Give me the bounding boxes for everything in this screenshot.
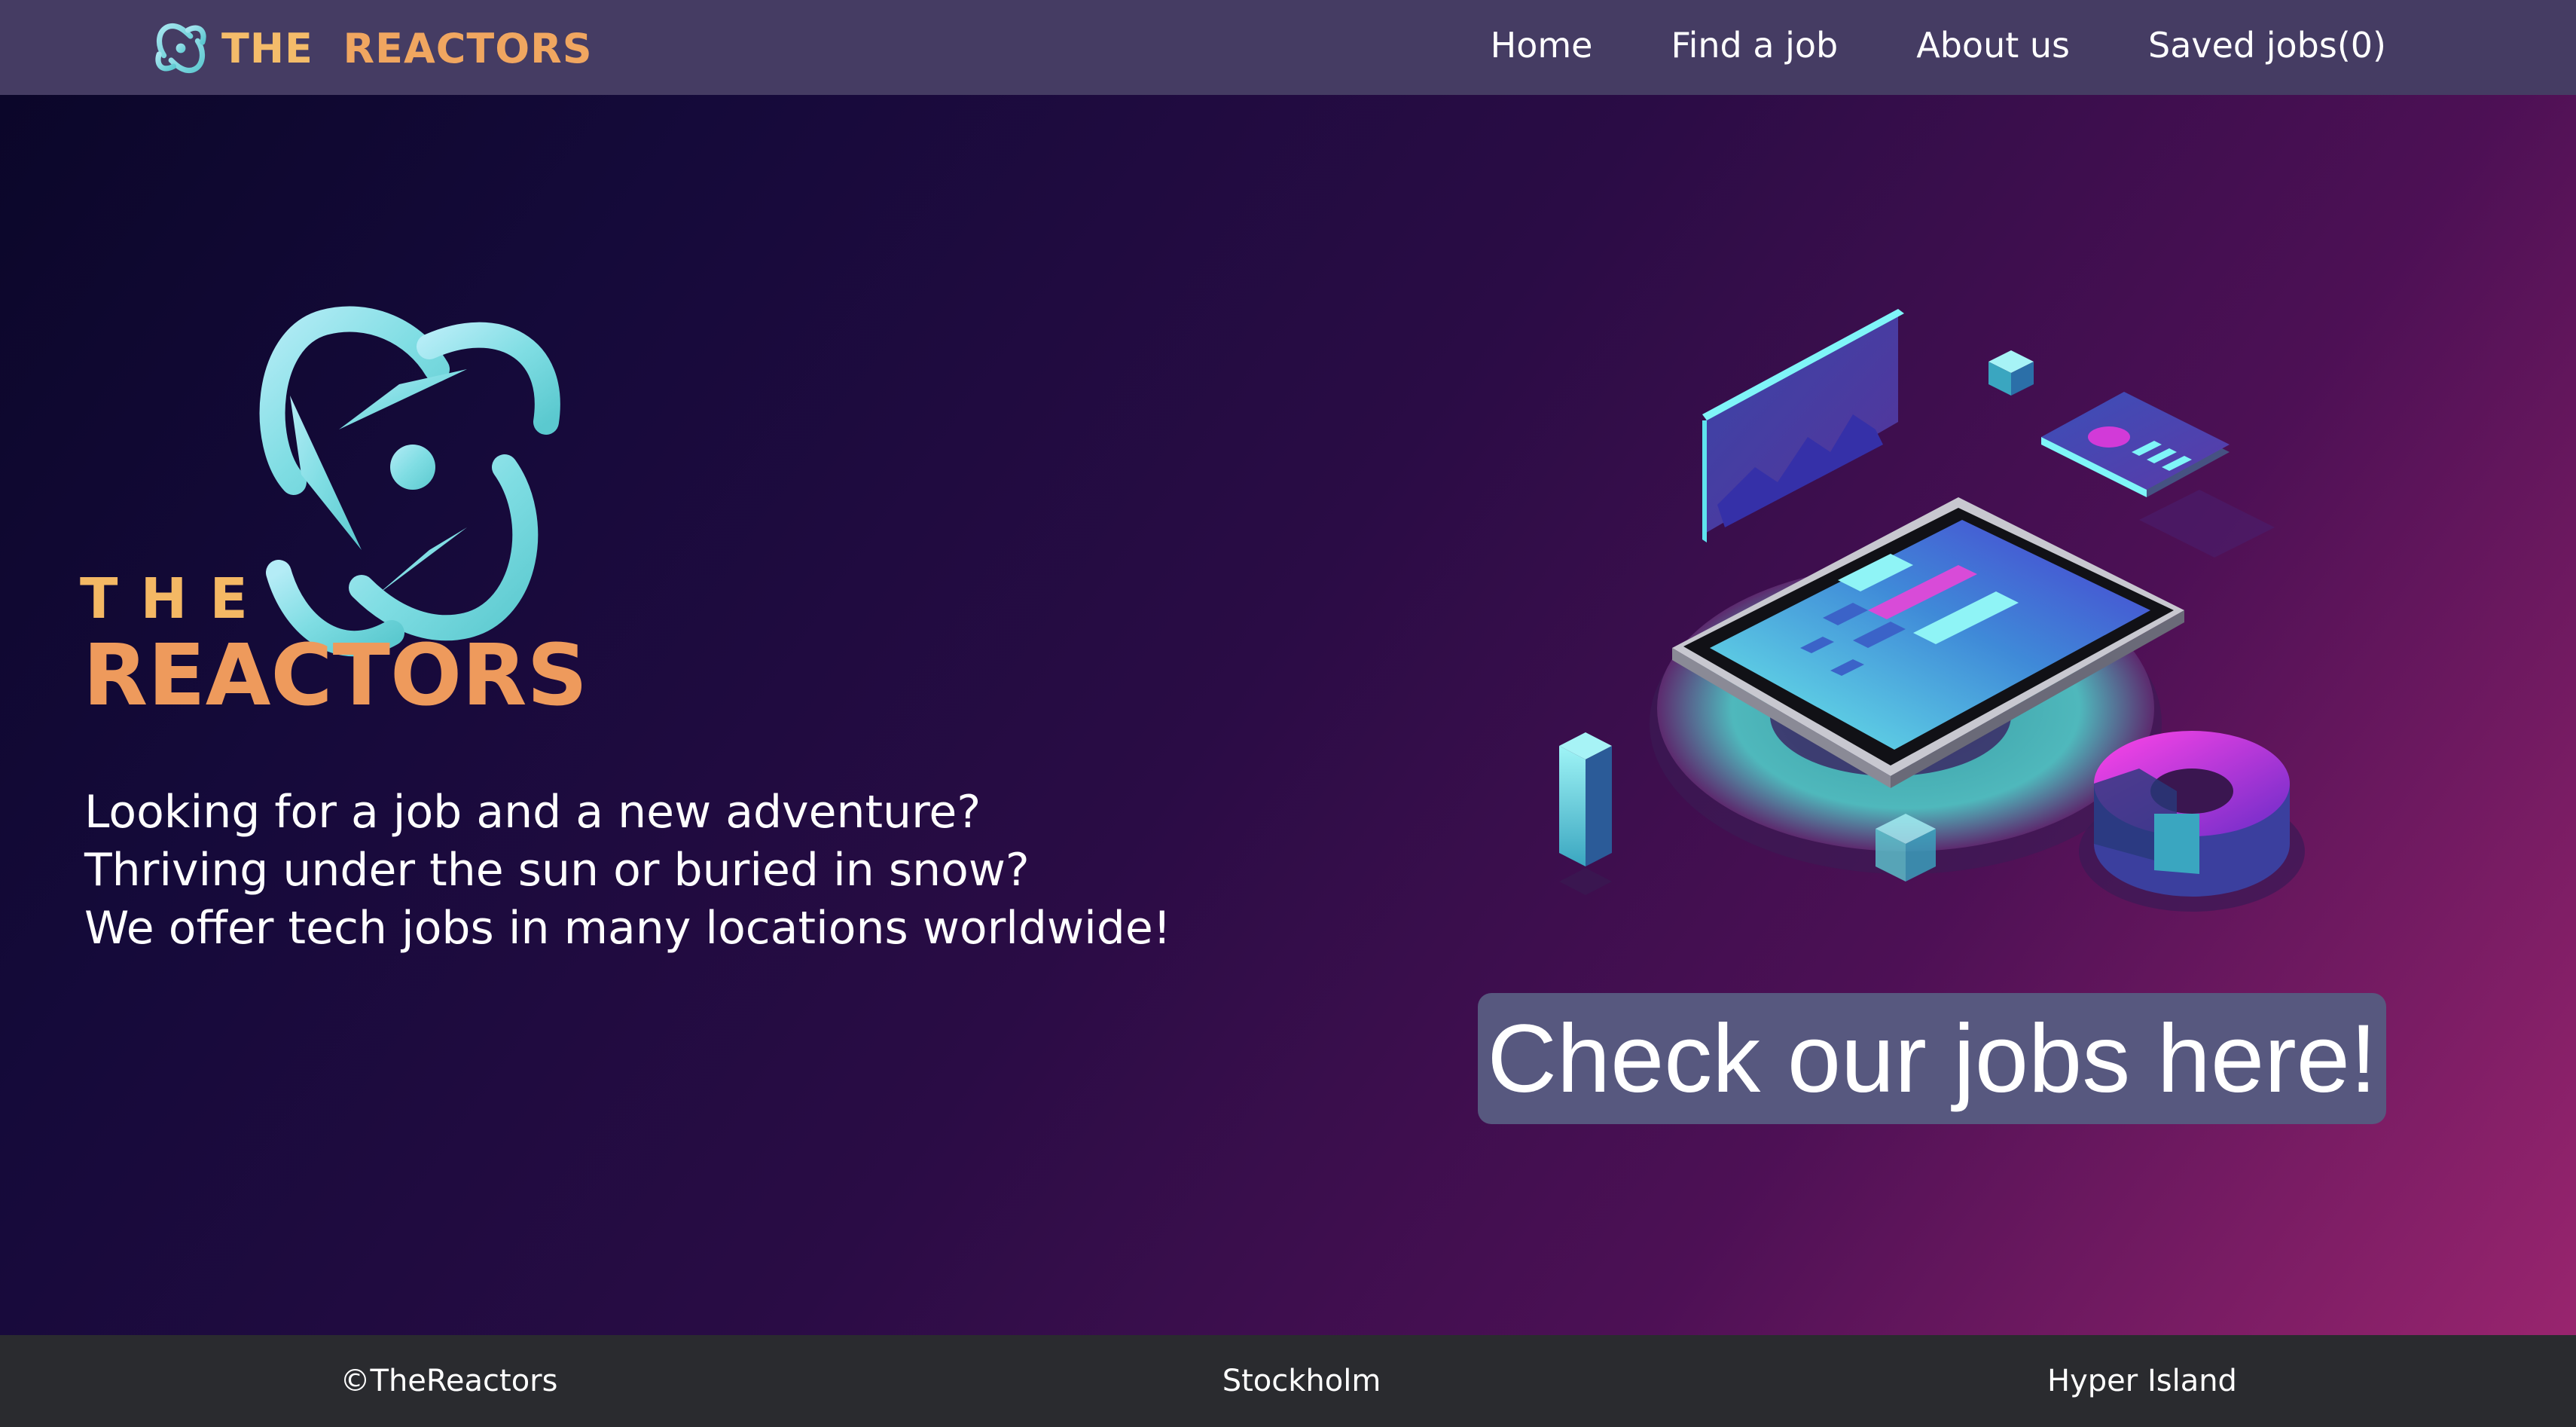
nav-find-a-job[interactable]: Find a job [1671,25,1838,66]
hero-copy: Looking for a job and a new adventure? T… [84,784,1290,958]
atom-logo-icon [155,23,206,74]
hero-logo-reactors: REACTORS [83,627,588,723]
main-nav: Home Find a job About us Saved jobs(0) [1491,0,2386,90]
hero-logo: THE REACTORS [75,301,588,723]
nav-home[interactable]: Home [1491,25,1593,66]
hero-line-1: Looking for a job and a new adventure? [84,786,981,839]
hero-illustration [1537,294,2320,927]
brand-reactors: REACTORS [343,24,593,72]
brand-home-link[interactable]: THE REACTORS [151,11,593,86]
nav-saved-jobs[interactable]: Saved jobs(0) [2148,25,2386,66]
hero-line-2: Thriving under the sun or buried in snow… [84,844,1030,897]
hero-line-3: We offer tech jobs in many locations wor… [84,902,1171,955]
footer: ©TheReactors Stockholm Hyper Island [0,1335,2576,1427]
brand-the: THE [221,24,313,72]
check-jobs-button[interactable]: Check our jobs here! [1478,993,2386,1124]
isometric-tablet-icon [1559,309,2305,912]
footer-city: Stockholm [1222,1364,1381,1398]
top-navbar: THE REACTORS Home Find a job About us Sa… [0,0,2576,95]
footer-school: Hyper Island [2047,1364,2237,1398]
hero-logo-the: THE [80,567,270,631]
brand-name: THE REACTORS [221,25,593,72]
footer-copyright: ©TheReactors [340,1364,558,1398]
reactors-logo-icon: THE REACTORS [80,306,588,723]
nav-about-us[interactable]: About us [1916,25,2070,66]
